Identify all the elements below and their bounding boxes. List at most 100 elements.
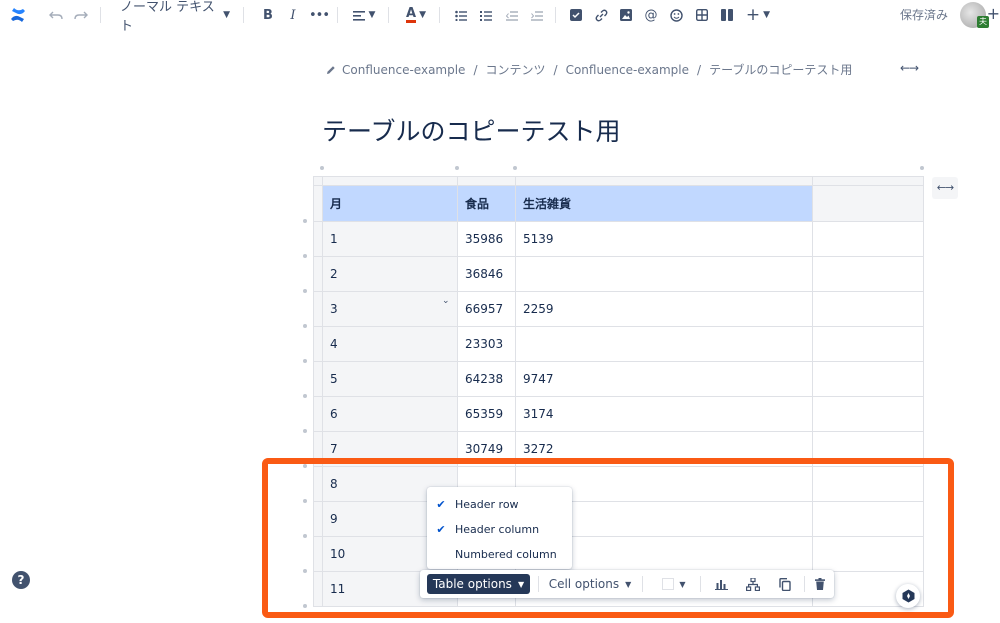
row-insert-dot[interactable] (303, 534, 307, 538)
row-insert-dot[interactable] (303, 429, 307, 433)
row-grip[interactable] (313, 185, 323, 222)
ai-assistant-icon[interactable] (896, 584, 920, 608)
table-cell[interactable]: 66957 (457, 291, 516, 327)
link-icon[interactable] (594, 5, 608, 25)
breadcrumb-item[interactable]: Confluence-example (566, 63, 689, 77)
row-header-cell[interactable]: 5 (322, 361, 458, 397)
row-header-cell[interactable]: 4 (322, 326, 458, 362)
help-icon[interactable]: ? (12, 571, 30, 589)
table-cell[interactable]: 5139 (515, 221, 813, 257)
table-cell[interactable] (812, 396, 924, 432)
menu-item-header-row[interactable]: ✔ Header row (427, 492, 572, 517)
table-cell[interactable]: 2259 (515, 291, 813, 327)
table-icon[interactable] (695, 5, 709, 25)
table-cell[interactable]: 23303 (457, 326, 516, 362)
menu-item-numbered-column[interactable]: Numbered column (427, 542, 572, 567)
column-grip[interactable] (322, 176, 458, 186)
breadcrumb-item[interactable]: テーブルのコピーテスト用 (709, 61, 852, 78)
indent-icon[interactable] (530, 5, 544, 25)
column-grip[interactable] (515, 176, 813, 186)
undo-icon[interactable] (48, 5, 64, 25)
row-insert-dot[interactable] (303, 254, 307, 258)
emoji-icon[interactable] (669, 5, 683, 25)
row-insert-dot[interactable] (303, 324, 307, 328)
invite-plus-icon[interactable]: + (987, 4, 1000, 23)
column-insert-dot[interactable] (513, 166, 517, 170)
row-grip[interactable] (313, 291, 323, 327)
row-grip[interactable] (313, 361, 323, 397)
table-header-cell[interactable]: 食品 (457, 185, 516, 222)
table-cell[interactable] (515, 326, 813, 362)
row-header-cell[interactable]: 2 (322, 256, 458, 292)
redo-icon[interactable] (73, 5, 89, 25)
column-insert-dot[interactable] (455, 166, 459, 170)
full-width-toggle-icon[interactable]: ←→ (900, 61, 919, 75)
column-grip[interactable] (812, 176, 924, 186)
column-grip[interactable] (457, 176, 516, 186)
insert-more-menu[interactable]: + ▼ (745, 5, 771, 25)
table-cell[interactable]: 65359 (457, 396, 516, 432)
toolbar-divider (100, 7, 101, 23)
row-insert-dot[interactable] (303, 604, 307, 608)
table-cell[interactable]: 9747 (515, 361, 813, 397)
menu-item-header-column[interactable]: ✔ Header column (427, 517, 572, 542)
row-header-cell[interactable]: 6 (322, 396, 458, 432)
table-cell[interactable] (812, 256, 924, 292)
table-cell[interactable] (515, 256, 813, 292)
cell-background-button[interactable]: ▼ (658, 574, 690, 594)
outdent-icon[interactable] (505, 5, 519, 25)
table-cell[interactable] (812, 291, 924, 327)
table-cell[interactable] (812, 361, 924, 397)
column-grip-row[interactable] (313, 176, 924, 186)
bold-icon[interactable]: B (261, 5, 275, 25)
text-color-menu[interactable]: A ▼ (403, 5, 429, 25)
italic-icon[interactable]: I (286, 5, 300, 25)
row-insert-dot[interactable] (303, 289, 307, 293)
copy-icon[interactable] (774, 574, 796, 594)
row-header-cell[interactable]: 1 (322, 221, 458, 257)
row-grip[interactable] (313, 326, 323, 362)
table-cell[interactable] (812, 221, 924, 257)
page-title[interactable]: テーブルのコピーテスト用 (322, 112, 621, 148)
table-header-cell[interactable] (812, 185, 924, 222)
row-insert-dot[interactable] (303, 394, 307, 398)
text-style-select[interactable]: ノーマル テキスト ▼ (120, 0, 230, 34)
numbered-list-icon[interactable] (479, 5, 493, 25)
row-grip[interactable] (313, 396, 323, 432)
table-header-cell[interactable]: 生活雑貨 (515, 185, 813, 222)
row-insert-dot[interactable] (303, 569, 307, 573)
confluence-logo-icon[interactable] (8, 5, 28, 25)
bullet-list-icon[interactable] (454, 5, 468, 25)
column-insert-dot[interactable] (320, 166, 324, 170)
task-checkbox-icon[interactable] (569, 5, 583, 25)
row-insert-dot[interactable] (303, 219, 307, 223)
table-cell[interactable]: 3174 (515, 396, 813, 432)
table-cell[interactable]: 35986 (457, 221, 516, 257)
row-grip[interactable] (313, 221, 323, 257)
hierarchy-icon[interactable] (742, 574, 764, 594)
row-insert-dot[interactable] (303, 499, 307, 503)
breadcrumb-item[interactable]: コンテンツ (486, 61, 546, 78)
row-header-cell[interactable]: 3 (322, 291, 458, 327)
corner-grip[interactable] (313, 176, 323, 186)
table-width-toggle-icon[interactable]: ←→ (932, 177, 958, 199)
table-options-button[interactable]: Table options ▼ (427, 574, 530, 594)
layouts-icon[interactable] (720, 5, 734, 25)
table-header-cell[interactable]: 月 (322, 185, 458, 222)
column-insert-dot[interactable] (920, 166, 924, 170)
row-insert-dot[interactable] (303, 359, 307, 363)
breadcrumb-item[interactable]: Confluence-example (342, 63, 465, 77)
table-cell[interactable]: 64238 (457, 361, 516, 397)
more-formatting-icon[interactable]: ••• (309, 5, 330, 25)
cell-options-button[interactable]: Cell options ▼ (548, 574, 632, 594)
delete-icon[interactable] (810, 574, 830, 594)
chart-icon[interactable] (710, 574, 732, 594)
mention-icon[interactable]: @ (644, 5, 658, 25)
align-menu[interactable]: ▼ (350, 5, 378, 25)
table-cell[interactable] (812, 326, 924, 362)
row-insert-dot[interactable] (303, 464, 307, 468)
row-grip[interactable] (313, 256, 323, 292)
cell-options-chevron-icon[interactable]: ⌄ (442, 296, 450, 306)
table-cell[interactable]: 36846 (457, 256, 516, 292)
image-icon[interactable] (619, 5, 633, 25)
